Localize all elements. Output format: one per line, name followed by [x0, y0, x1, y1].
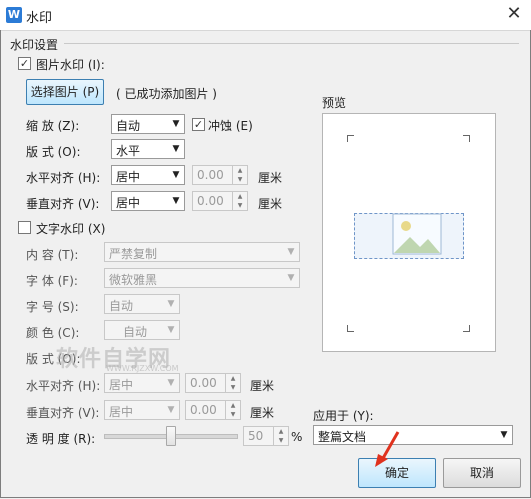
layout-select[interactable]: 水平 ▼ — [111, 139, 185, 159]
chevron-down-icon: ▼ — [287, 273, 295, 283]
chevron-down-icon: ▼ — [167, 299, 175, 309]
washout-label: 冲蚀 (E) — [208, 119, 253, 133]
text-valign-offset-value: 0.00 — [190, 403, 217, 417]
text-valign-value: 居中 — [109, 405, 134, 419]
font-value: 微软雅黑 — [109, 273, 158, 287]
color-value: 自动 — [123, 325, 148, 339]
valign-value: 居中 — [116, 196, 141, 210]
scale-label: 缩 放 (Z): — [26, 119, 80, 133]
valign-select[interactable]: 居中 ▼ — [111, 191, 185, 211]
chevron-down-icon: ▼ — [172, 144, 180, 154]
halign-value: 居中 — [116, 170, 141, 184]
transparency-value: 50 — [248, 429, 264, 443]
preview-panel — [322, 113, 496, 352]
chevron-down-icon: ▼ — [287, 247, 295, 257]
image-watermark-label: 图片水印 (I): — [36, 58, 105, 72]
preview-label: 预览 — [322, 96, 347, 110]
size-select[interactable]: 自动 ▼ — [104, 294, 180, 314]
apply-to-select[interactable]: 整篇文档 ▼ — [313, 425, 513, 445]
section-divider — [64, 43, 519, 44]
cancel-button[interactable]: 取消 — [443, 458, 521, 488]
corner-mark — [463, 325, 470, 332]
text-halign-label: 水平对齐 (H): — [26, 379, 101, 393]
corner-mark — [347, 325, 354, 332]
transparency-slider-thumb[interactable] — [166, 426, 176, 446]
transparency-spinner[interactable]: 50 ▲ ▼ — [243, 426, 289, 446]
select-picture-button[interactable]: 选择图片 (P) — [26, 79, 104, 105]
valign-unit: 厘米 — [258, 197, 283, 211]
chevron-down-icon: ▼ — [167, 325, 175, 335]
chevron-down-icon: ▼ — [172, 170, 180, 180]
washout-checkbox[interactable]: ✓ — [192, 118, 205, 131]
text-watermark-checkbox[interactable] — [18, 221, 31, 234]
valign-offset-spinner[interactable]: 0.00 ▲ ▼ — [192, 191, 248, 211]
spinner-arrows-icon[interactable]: ▲ ▼ — [225, 374, 240, 392]
chevron-down-icon: ▼ — [172, 119, 180, 129]
content-label: 内 容 (T): — [26, 248, 79, 262]
site-watermark-url: WWW.RJZXW.COM — [106, 364, 179, 373]
scale-select[interactable]: 自动 ▼ — [111, 114, 185, 134]
font-select[interactable]: 微软雅黑 ▼ — [104, 268, 300, 288]
picture-icon — [392, 213, 442, 255]
spinner-arrows-icon[interactable]: ▲ ▼ — [232, 166, 247, 184]
transparency-label: 透 明 度 (R): — [26, 432, 96, 446]
chevron-down-icon: ▼ — [500, 430, 508, 440]
halign-select[interactable]: 居中 ▼ — [111, 165, 185, 185]
valign-offset-value: 0.00 — [197, 194, 224, 208]
color-select[interactable]: 自动 ▼ — [104, 320, 180, 340]
text-valign-offset-spinner[interactable]: 0.00 ▲ ▼ — [185, 400, 241, 420]
font-label: 字 体 (F): — [26, 274, 78, 288]
text-halign-offset-value: 0.00 — [190, 376, 217, 390]
chevron-down-icon: ▼ — [167, 405, 175, 415]
content-select[interactable]: 严禁复制 ▼ — [104, 242, 300, 262]
section-title: 水印设置 — [10, 38, 59, 52]
halign-unit: 厘米 — [258, 171, 283, 185]
text-halign-select[interactable]: 居中 ▼ — [104, 373, 180, 393]
picture-status: ( 已成功添加图片 ) — [116, 87, 217, 101]
window-title: 水印 — [26, 11, 53, 26]
color-label: 颜 色 (C): — [26, 326, 80, 340]
halign-offset-spinner[interactable]: 0.00 ▲ ▼ — [192, 165, 248, 185]
halign-offset-value: 0.00 — [197, 168, 224, 182]
preview-watermark-box — [354, 213, 464, 259]
spinner-arrows-icon[interactable]: ▲ ▼ — [225, 401, 240, 419]
layout-value: 水平 — [116, 144, 141, 158]
halign-label: 水平对齐 (H): — [26, 171, 101, 185]
image-watermark-checkbox[interactable]: ✓ — [18, 57, 31, 70]
close-icon[interactable]: ✕ — [503, 3, 525, 25]
title-bar: W 水印 ✕ — [0, 0, 531, 31]
chevron-down-icon: ▼ — [172, 196, 180, 206]
text-valign-unit: 厘米 — [250, 406, 275, 420]
text-halign-offset-spinner[interactable]: 0.00 ▲ ▼ — [185, 373, 241, 393]
corner-mark — [347, 135, 354, 142]
size-label: 字 号 (S): — [26, 300, 79, 314]
text-valign-label: 垂直对齐 (V): — [26, 406, 100, 420]
annotation-arrow-icon — [375, 431, 400, 467]
layout-label: 版 式 (O): — [26, 145, 81, 159]
spinner-arrows-icon[interactable]: ▲ ▼ — [273, 427, 288, 445]
transparency-unit: % — [291, 430, 303, 444]
content-value: 严禁复制 — [109, 247, 158, 261]
apply-to-value: 整篇文档 — [318, 430, 367, 444]
size-value: 自动 — [109, 299, 134, 313]
valign-label: 垂直对齐 (V): — [26, 197, 100, 211]
apply-to-label: 应用于 (Y): — [313, 409, 374, 423]
app-icon: W — [6, 7, 22, 23]
text-halign-value: 居中 — [109, 378, 134, 392]
text-halign-unit: 厘米 — [250, 379, 275, 393]
text-valign-select[interactable]: 居中 ▼ — [104, 400, 180, 420]
scale-value: 自动 — [116, 119, 141, 133]
text-watermark-label: 文字水印 (X) — [36, 222, 106, 236]
chevron-down-icon: ▼ — [167, 378, 175, 388]
spinner-arrows-icon[interactable]: ▲ ▼ — [232, 192, 247, 210]
corner-mark — [463, 135, 470, 142]
